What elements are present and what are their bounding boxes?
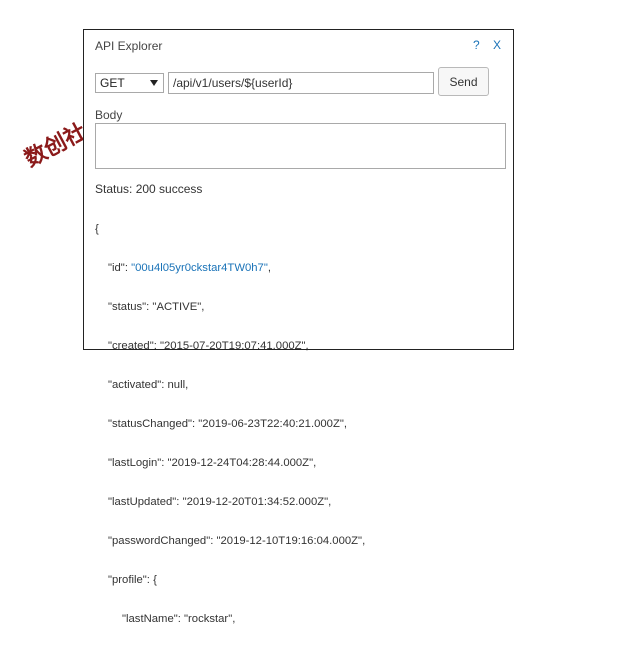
dialog-title: API Explorer	[95, 39, 163, 53]
response-status: Status: 200 success	[95, 182, 203, 196]
json-line: "lastUpdated": "2019-12-20T01:34:52.000Z…	[108, 496, 332, 508]
json-line: "lastLogin": "2019-12-24T04:28:44.000Z",	[108, 457, 317, 469]
json-line-profile: "lastName": "rockstar",	[122, 613, 236, 625]
json-open-brace: {	[95, 223, 99, 235]
json-line: "profile": {	[108, 574, 157, 586]
json-id-key: "id":	[108, 262, 132, 274]
json-line: "statusChanged": "2019-06-23T22:40:21.00…	[108, 418, 347, 430]
user-id-link[interactable]: "00u4l05yr0ckstar4TW0h7"	[131, 262, 268, 274]
json-id-tail: ,	[267, 262, 271, 274]
json-line: "activated": null,	[108, 379, 189, 391]
body-textarea[interactable]	[95, 123, 506, 169]
response-json: { "id": "00u4l05yr0ckstar4TW0h7", "statu…	[95, 197, 365, 652]
url-input[interactable]	[168, 72, 434, 94]
api-explorer-dialog: API Explorer ? X GET Send Body Status: 2…	[83, 29, 514, 625]
chevron-down-icon	[150, 80, 158, 86]
method-select-value: GET	[100, 76, 125, 90]
help-icon[interactable]: ?	[473, 38, 480, 52]
body-label: Body	[95, 108, 123, 122]
send-button[interactable]: Send	[438, 67, 489, 96]
json-line: "status": "ACTIVE",	[108, 301, 205, 313]
json-line: "passwordChanged": "2019-12-10T19:16:04.…	[108, 535, 366, 547]
close-icon[interactable]: X	[493, 38, 501, 52]
title-actions: ? X	[463, 38, 501, 52]
json-line: "created": "2015-07-20T19:07:41.000Z",	[108, 340, 309, 352]
json-line-id: "id": "00u4l05yr0ckstar4TW0h7",	[95, 262, 365, 275]
method-select[interactable]: GET	[95, 73, 164, 93]
